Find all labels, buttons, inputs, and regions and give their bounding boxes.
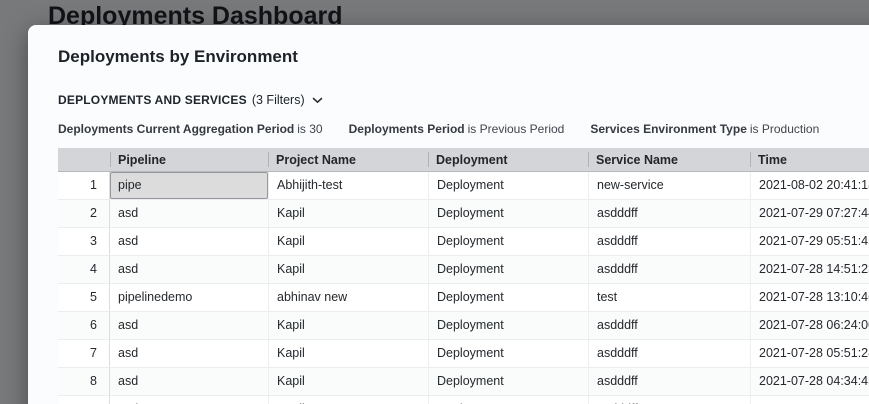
cell-time[interactable]: 2021-07-29 07:27:44 <box>750 200 869 228</box>
deployments-modal: Deployments by Environment DEPLOYMENTS A… <box>28 25 869 404</box>
cell-pipeline[interactable]: asd <box>110 340 268 368</box>
cell-deployment[interactable]: Deployment <box>428 228 588 256</box>
cell-project[interactable]: Kapil <box>268 396 428 404</box>
cell-time[interactable]: 2021-07-28 14:51:23 <box>750 256 869 284</box>
row-number: 2 <box>58 200 110 228</box>
cell-pipeline[interactable]: pipelinedemo <box>110 284 268 312</box>
cell-service[interactable]: asdddff <box>588 396 750 404</box>
cell-deployment[interactable]: Deployment <box>428 340 588 368</box>
row-number: 8 <box>58 368 110 396</box>
cell-project[interactable]: abhinav new <box>268 284 428 312</box>
column-header-time[interactable]: Time <box>750 148 869 172</box>
cell-project[interactable]: Kapil <box>268 312 428 340</box>
cell-deployment[interactable]: Deployment <box>428 256 588 284</box>
filter-aggregation-period: Deployments Current Aggregation Periodis… <box>58 122 323 136</box>
cell-service[interactable]: asdddff <box>588 312 750 340</box>
cell-time[interactable]: 2021-07-28 <box>750 396 869 404</box>
row-number: 6 <box>58 312 110 340</box>
cell-time[interactable]: 2021-07-28 06:24:00 <box>750 312 869 340</box>
cell-service[interactable]: asdddff <box>588 256 750 284</box>
filter-environment-type: Services Environment Typeis Production <box>590 122 819 136</box>
row-number: 4 <box>58 256 110 284</box>
modal-title: Deployments by Environment <box>58 47 869 67</box>
row-number: 9 <box>58 396 110 404</box>
row-number-header <box>58 148 110 172</box>
cell-time[interactable]: 2021-07-28 13:10:46 <box>750 284 869 312</box>
filters-toggle-label: DEPLOYMENTS AND SERVICES <box>58 93 247 107</box>
cell-time[interactable]: 2021-07-28 04:34:45 <box>750 368 869 396</box>
column-header-project[interactable]: Project Name <box>268 148 428 172</box>
cell-project[interactable]: Abhijith-test <box>268 172 428 200</box>
cell-project[interactable]: Kapil <box>268 228 428 256</box>
table-row: 9asdKapilDeploymentasdddff2021-07-28 <box>58 396 869 404</box>
cell-service[interactable]: asdddff <box>588 340 750 368</box>
column-header-pipeline[interactable]: Pipeline <box>110 148 268 172</box>
row-number: 1 <box>58 172 110 200</box>
cell-service[interactable]: test <box>588 284 750 312</box>
active-filters-row: Deployments Current Aggregation Periodis… <box>58 122 869 136</box>
cell-project[interactable]: Kapil <box>268 256 428 284</box>
cell-deployment[interactable]: Deployment <box>428 284 588 312</box>
column-header-service[interactable]: Service Name <box>588 148 750 172</box>
table-body: 1pipeAbhijith-testDeploymentnew-service2… <box>58 172 869 404</box>
table-row: 8asdKapilDeploymentasdddff2021-07-28 04:… <box>58 368 869 396</box>
row-number: 3 <box>58 228 110 256</box>
table-row: 2asdKapilDeploymentasdddff2021-07-29 07:… <box>58 200 869 228</box>
cell-service[interactable]: new-service <box>588 172 750 200</box>
cell-pipeline[interactable]: asd <box>110 256 268 284</box>
row-number: 5 <box>58 284 110 312</box>
cell-service[interactable]: asdddff <box>588 228 750 256</box>
cell-project[interactable]: Kapil <box>268 340 428 368</box>
chevron-down-icon <box>312 91 323 109</box>
cell-project[interactable]: Kapil <box>268 200 428 228</box>
cell-service[interactable]: asdddff <box>588 200 750 228</box>
table-row: 5pipelinedemoabhinav newDeploymenttest20… <box>58 284 869 312</box>
cell-pipeline[interactable]: asd <box>110 228 268 256</box>
filters-count: (3 Filters) <box>252 93 305 107</box>
cell-project[interactable]: Kapil <box>268 368 428 396</box>
cell-pipeline[interactable]: asd <box>110 396 268 404</box>
table-row: 7asdKapilDeploymentasdddff2021-07-28 05:… <box>58 340 869 368</box>
table-header-row: Pipeline Project Name Deployment Service… <box>58 148 869 172</box>
cell-time[interactable]: 2021-08-02 20:41:18 <box>750 172 869 200</box>
deployments-table: Pipeline Project Name Deployment Service… <box>58 148 869 404</box>
filters-toggle[interactable]: DEPLOYMENTS AND SERVICES (3 Filters) <box>58 91 323 109</box>
cell-pipeline[interactable]: asd <box>110 200 268 228</box>
table-row: 3asdKapilDeploymentasdddff2021-07-29 05:… <box>58 228 869 256</box>
cell-service[interactable]: asdddff <box>588 368 750 396</box>
table-row: 6asdKapilDeploymentasdddff2021-07-28 06:… <box>58 312 869 340</box>
row-number: 7 <box>58 340 110 368</box>
cell-time[interactable]: 2021-07-29 05:51:45 <box>750 228 869 256</box>
cell-deployment[interactable]: Deployment <box>428 396 588 404</box>
filter-deployments-period: Deployments Periodis Previous Period <box>349 122 565 136</box>
cell-time[interactable]: 2021-07-28 05:51:28 <box>750 340 869 368</box>
table-row: 4asdKapilDeploymentasdddff2021-07-28 14:… <box>58 256 869 284</box>
cell-deployment[interactable]: Deployment <box>428 200 588 228</box>
cell-deployment[interactable]: Deployment <box>428 312 588 340</box>
cell-pipeline[interactable]: asd <box>110 368 268 396</box>
cell-deployment[interactable]: Deployment <box>428 368 588 396</box>
cell-pipeline[interactable]: asd <box>110 312 268 340</box>
cell-pipeline[interactable]: pipe <box>110 172 268 200</box>
column-header-deployment[interactable]: Deployment <box>428 148 588 172</box>
table-row: 1pipeAbhijith-testDeploymentnew-service2… <box>58 172 869 200</box>
cell-deployment[interactable]: Deployment <box>428 172 588 200</box>
